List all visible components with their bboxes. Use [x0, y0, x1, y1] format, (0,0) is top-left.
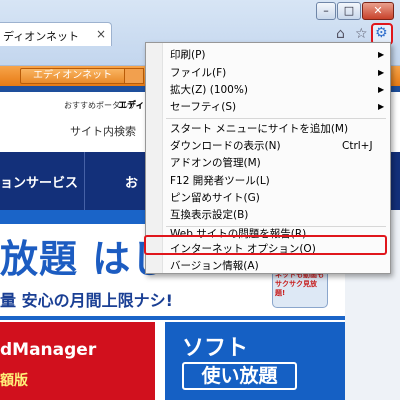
submenu-arrow-icon: ▶	[378, 85, 385, 94]
menu-item-safety[interactable]: セーフティ(S)	[170, 98, 236, 116]
site-link-button[interactable]: エディオンネット	[20, 68, 130, 84]
highlight-box	[144, 235, 387, 255]
site-search-label: サイト内検索	[70, 125, 136, 138]
menu-item-print[interactable]: 印刷(P)	[170, 46, 206, 64]
maximize-button[interactable]: □	[337, 2, 361, 20]
close-button[interactable]: ✕	[362, 2, 394, 20]
menu-item-compat-view[interactable]: 互換表示設定(B)	[170, 206, 248, 224]
menu-separator	[166, 118, 386, 119]
tab-close-icon[interactable]: ×	[96, 27, 106, 41]
menu-item-file[interactable]: ファイル(F)	[170, 64, 226, 82]
minimize-button[interactable]: –	[316, 2, 336, 20]
nav-item-next[interactable]: お	[125, 172, 138, 191]
menu-item-add-to-start[interactable]: スタート メニューにサイトを追加(M)	[170, 120, 348, 138]
red-tile-title: dManager	[0, 340, 97, 360]
promo-subline: 量 安心の月間上限ナシ!	[0, 291, 173, 310]
menu-shortcut: Ctrl+J	[342, 140, 373, 152]
menu-item-about[interactable]: バージョン情報(A)	[170, 257, 259, 275]
browser-tab[interactable]: ディオンネット ×	[0, 22, 112, 46]
menu-item-pinned-sites[interactable]: ピン留めサイト(G)	[170, 189, 260, 207]
phone-caption: ネットも動画も サクサク見放題!	[275, 271, 324, 297]
gear-icon: ⚙	[375, 25, 388, 41]
nav-divider	[84, 152, 85, 210]
blue-tile-title: ソフト	[182, 336, 249, 361]
submenu-arrow-icon: ▶	[378, 50, 385, 59]
phone-illustration: ネットも動画も サクサク見放題!	[272, 268, 328, 308]
menu-item-zoom[interactable]: 拡大(Z) (100%)	[170, 81, 248, 99]
nav-item-services[interactable]: ョンサービス	[0, 172, 78, 191]
home-icon[interactable]: ⌂	[336, 26, 345, 42]
blue-tile-subtitle: 使い放題	[182, 362, 297, 390]
site-link-button-2[interactable]	[124, 68, 144, 84]
red-tile-subtitle: 額版	[0, 373, 28, 389]
submenu-arrow-icon: ▶	[378, 68, 385, 77]
menu-item-dev-tools[interactable]: F12 開発者ツール(L)	[170, 172, 270, 190]
menu-item-manage-addons[interactable]: アドオンの管理(M)	[170, 154, 261, 172]
menu-item-view-downloads[interactable]: ダウンロードの表示(N)	[170, 137, 281, 155]
site-logo: エディ	[118, 101, 145, 111]
tab-label: ディオンネット	[3, 30, 80, 43]
submenu-arrow-icon: ▶	[378, 102, 385, 111]
favorites-star-icon[interactable]: ☆	[355, 26, 368, 42]
